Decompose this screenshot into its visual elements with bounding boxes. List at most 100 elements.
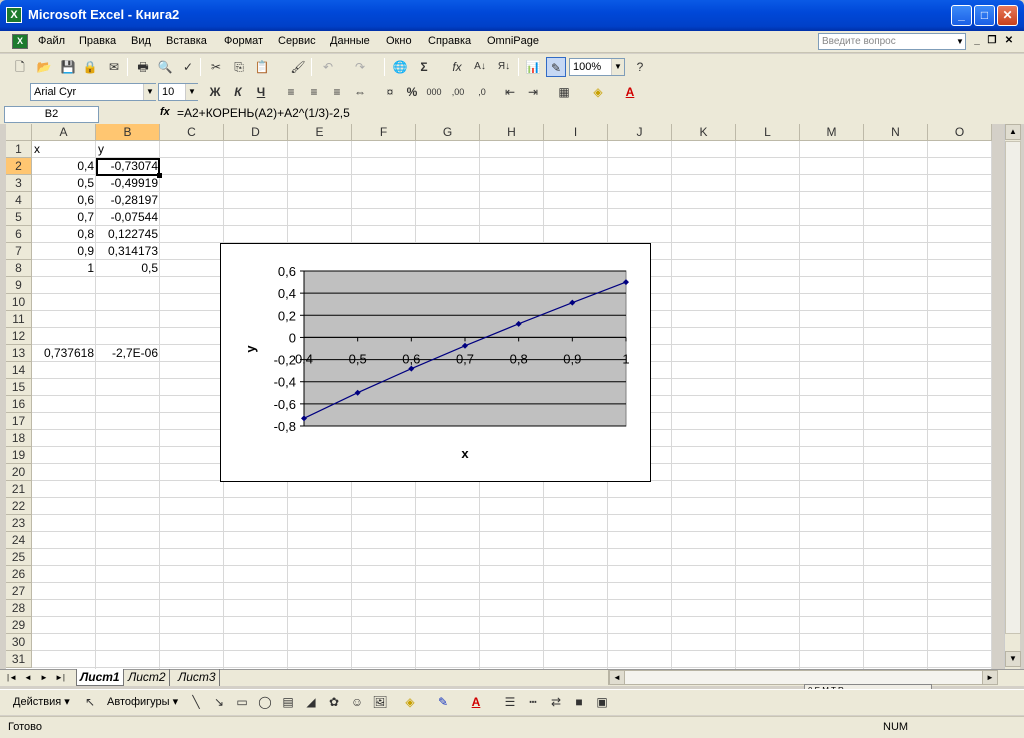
- chart-wizard-icon[interactable]: 📊: [523, 57, 543, 77]
- row-header-9[interactable]: 9: [6, 277, 32, 294]
- sheet-tab-2[interactable]: Лист2: [125, 669, 170, 686]
- spelling-icon[interactable]: ✓: [178, 57, 198, 77]
- row-header-14[interactable]: 14: [6, 362, 32, 379]
- row-header-26[interactable]: 26: [6, 566, 32, 583]
- menu-data[interactable]: Данные: [330, 35, 370, 47]
- row-header-10[interactable]: 10: [6, 294, 32, 311]
- scroll-thumb[interactable]: [1005, 141, 1021, 634]
- column-header-L[interactable]: L: [736, 124, 800, 141]
- cell-A2[interactable]: 0,4: [32, 158, 96, 175]
- permission-icon[interactable]: 🔒: [80, 57, 100, 77]
- chevron-down-icon[interactable]: ▼: [611, 59, 624, 75]
- new-file-icon[interactable]: 🗋: [10, 57, 30, 77]
- line-icon[interactable]: ╲: [186, 692, 206, 712]
- row-header-31[interactable]: 31: [6, 651, 32, 668]
- row-header-30[interactable]: 30: [6, 634, 32, 651]
- row-header-17[interactable]: 17: [6, 413, 32, 430]
- merge-center-icon[interactable]: ⇔: [350, 82, 370, 102]
- function-icon[interactable]: fx: [447, 57, 467, 77]
- first-sheet-button[interactable]: |◄: [6, 671, 18, 684]
- row-header-15[interactable]: 15: [6, 379, 32, 396]
- menu-window[interactable]: Окно: [386, 35, 412, 47]
- insert-function-button[interactable]: fx: [160, 106, 170, 118]
- formula-input[interactable]: =A2+КОРЕНЬ(A2)+A2^(1/3)-2,5: [177, 106, 350, 120]
- scroll-down-button[interactable]: ▼: [1005, 651, 1021, 667]
- row-header-23[interactable]: 23: [6, 515, 32, 532]
- dash-style-icon[interactable]: ┅: [523, 692, 543, 712]
- arrow-style-icon[interactable]: ⇄: [546, 692, 566, 712]
- chevron-down-icon[interactable]: ▼: [954, 34, 966, 49]
- autosum-icon[interactable]: Σ: [414, 57, 434, 77]
- hyperlink-icon[interactable]: 🌐: [390, 57, 410, 77]
- rectangle-icon[interactable]: ▭: [232, 692, 252, 712]
- doc-minimize-button[interactable]: _: [970, 34, 984, 48]
- cell-A6[interactable]: 0,8: [32, 226, 96, 243]
- menu-file[interactable]: Файл: [38, 35, 65, 47]
- row-header-7[interactable]: 7: [6, 243, 32, 260]
- actions-menu[interactable]: Действия ▾: [13, 695, 70, 708]
- row-header-4[interactable]: 4: [6, 192, 32, 209]
- horizontal-scrollbar[interactable]: ◄ ►: [608, 670, 998, 685]
- print-icon[interactable]: 🖶: [133, 57, 153, 77]
- sort-ascending-icon[interactable]: A↓: [470, 57, 490, 77]
- chart[interactable]: 0,6 0,4 0,2 0 -0,2 -0,4 -0,6 -0,8 0,4 0,5 0,6 0,7 0,…: [220, 243, 651, 482]
- row-header-18[interactable]: 18: [6, 430, 32, 447]
- close-button[interactable]: ✕: [997, 5, 1018, 26]
- cell-B7[interactable]: 0,314173: [96, 243, 160, 260]
- fill-color-icon[interactable]: ◈: [588, 82, 608, 102]
- increase-decimal-button[interactable]: ,00: [448, 82, 468, 102]
- row-header-5[interactable]: 5: [6, 209, 32, 226]
- increase-indent-icon[interactable]: ⇥: [523, 82, 543, 102]
- row-header-29[interactable]: 29: [6, 617, 32, 634]
- font-color-icon[interactable]: A: [466, 692, 486, 712]
- cell-A4[interactable]: 0,6: [32, 192, 96, 209]
- row-header-3[interactable]: 3: [6, 175, 32, 192]
- cut-icon[interactable]: ✂: [206, 57, 226, 77]
- textbox-icon[interactable]: ▤: [278, 692, 298, 712]
- cell-B8[interactable]: 0,5: [96, 260, 160, 277]
- menu-edit[interactable]: Правка: [79, 35, 116, 47]
- fill-color-icon[interactable]: ◈: [400, 692, 420, 712]
- oval-icon[interactable]: ◯: [255, 692, 275, 712]
- cell-B1[interactable]: y: [96, 141, 160, 158]
- row-header-1[interactable]: 1: [6, 141, 32, 158]
- row-header-16[interactable]: 16: [6, 396, 32, 413]
- cell-B5[interactable]: -0,07544: [96, 209, 160, 226]
- picture-icon[interactable]: 🖼: [370, 692, 390, 712]
- column-header-G[interactable]: G: [416, 124, 480, 141]
- cell-B13[interactable]: -2,7E-06: [96, 345, 160, 362]
- align-center-icon[interactable]: ≡: [304, 82, 324, 102]
- fill-handle[interactable]: [157, 173, 162, 178]
- row-header-12[interactable]: 12: [6, 328, 32, 345]
- menu-format[interactable]: Формат: [224, 35, 263, 47]
- cell-A8[interactable]: 1: [32, 260, 96, 277]
- maximize-button[interactable]: □: [974, 5, 995, 26]
- column-header-A[interactable]: A: [32, 124, 96, 141]
- cell-A7[interactable]: 0,9: [32, 243, 96, 260]
- undo-icon[interactable]: ↶: [318, 57, 338, 77]
- redo-icon[interactable]: ↷: [350, 57, 370, 77]
- row-header-22[interactable]: 22: [6, 498, 32, 515]
- row-header-21[interactable]: 21: [6, 481, 32, 498]
- borders-icon[interactable]: ▦: [554, 82, 574, 102]
- menu-help[interactable]: Справка: [428, 35, 471, 47]
- menu-tools[interactable]: Сервис: [278, 35, 316, 47]
- column-header-N[interactable]: N: [864, 124, 928, 141]
- open-folder-icon[interactable]: 📂: [34, 57, 54, 77]
- column-header-B[interactable]: B: [96, 124, 160, 141]
- scroll-up-button[interactable]: ▲: [1005, 124, 1021, 140]
- excel-app-icon[interactable]: X: [6, 7, 22, 23]
- font-name-select[interactable]: Arial Cyr: [30, 83, 156, 101]
- diagram-icon[interactable]: ✿: [324, 692, 344, 712]
- select-objects-icon[interactable]: ↖: [80, 692, 100, 712]
- select-all-corner[interactable]: [6, 124, 32, 141]
- next-sheet-button[interactable]: ►: [38, 671, 50, 684]
- 3d-icon[interactable]: ▣: [592, 692, 612, 712]
- drawing-toggle-icon[interactable]: ✎: [546, 57, 566, 77]
- chevron-down-icon[interactable]: ▼: [185, 84, 198, 100]
- column-header-C[interactable]: C: [160, 124, 224, 141]
- paste-icon[interactable]: 📋: [252, 57, 272, 77]
- row-header-28[interactable]: 28: [6, 600, 32, 617]
- column-header-K[interactable]: K: [672, 124, 736, 141]
- decrease-decimal-button[interactable]: ,0: [472, 82, 492, 102]
